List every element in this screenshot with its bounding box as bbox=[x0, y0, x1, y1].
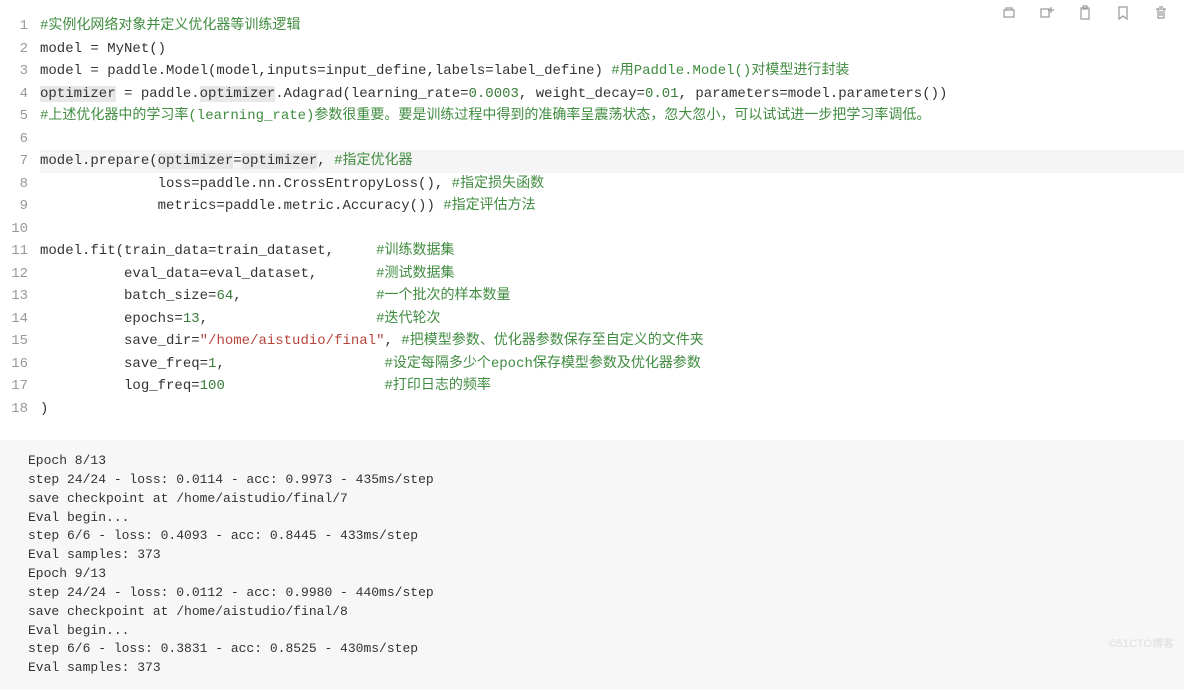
watermark: ©51CTO博客 bbox=[1109, 636, 1174, 654]
line-number: 5 bbox=[0, 105, 28, 128]
code-line[interactable]: ) bbox=[40, 398, 1184, 421]
code-line[interactable]: save_freq=1, #设定每隔多少个epoch保存模型参数及优化器参数 bbox=[40, 353, 1184, 376]
code-line[interactable]: model = MyNet() bbox=[40, 38, 1184, 61]
line-number: 11 bbox=[0, 240, 28, 263]
code-line[interactable]: #实例化网络对象并定义优化器等训练逻辑 bbox=[40, 15, 1184, 38]
line-number: 16 bbox=[0, 353, 28, 376]
line-number: 17 bbox=[0, 375, 28, 398]
code-line[interactable]: model.fit(train_data=train_dataset, #训练数… bbox=[40, 240, 1184, 263]
code-line[interactable]: save_dir="/home/aistudio/final", #把模型参数、… bbox=[40, 330, 1184, 353]
line-number: 3 bbox=[0, 60, 28, 83]
code-line[interactable]: optimizer = paddle.optimizer.Adagrad(lea… bbox=[40, 83, 1184, 106]
code-line[interactable]: epochs=13, #迭代轮次 bbox=[40, 308, 1184, 331]
line-number: 1 bbox=[0, 15, 28, 38]
line-number: 14 bbox=[0, 308, 28, 331]
line-number: 2 bbox=[0, 38, 28, 61]
code-line[interactable]: batch_size=64, #一个批次的样本数量 bbox=[40, 285, 1184, 308]
code-editor[interactable]: 123456789101112131415161718 #实例化网络对象并定义优… bbox=[0, 0, 1184, 420]
code-line[interactable]: log_freq=100 #打印日志的频率 bbox=[40, 375, 1184, 398]
line-number: 13 bbox=[0, 285, 28, 308]
line-number: 8 bbox=[0, 173, 28, 196]
code-content[interactable]: #实例化网络对象并定义优化器等训练逻辑model = MyNet()model … bbox=[40, 15, 1184, 420]
output-panel: Epoch 8/13 step 24/24 - loss: 0.0114 - a… bbox=[0, 440, 1184, 690]
line-number: 4 bbox=[0, 83, 28, 106]
code-line[interactable]: eval_data=eval_dataset, #测试数据集 bbox=[40, 263, 1184, 286]
code-line[interactable]: metrics=paddle.metric.Accuracy()) #指定评估方… bbox=[40, 195, 1184, 218]
code-line[interactable] bbox=[40, 218, 1184, 241]
code-line[interactable]: model = paddle.Model(model,inputs=input_… bbox=[40, 60, 1184, 83]
code-line[interactable]: #上述优化器中的学习率(learning_rate)参数很重要。要是训练过程中得… bbox=[40, 105, 1184, 128]
line-number: 12 bbox=[0, 263, 28, 286]
line-number: 18 bbox=[0, 398, 28, 421]
line-gutter: 123456789101112131415161718 bbox=[0, 15, 40, 420]
line-number: 9 bbox=[0, 195, 28, 218]
code-line[interactable] bbox=[40, 128, 1184, 151]
line-number: 10 bbox=[0, 218, 28, 241]
line-number: 15 bbox=[0, 330, 28, 353]
code-line[interactable]: loss=paddle.nn.CrossEntropyLoss(), #指定损失… bbox=[40, 173, 1184, 196]
code-line[interactable]: model.prepare(optimizer=optimizer, #指定优化… bbox=[40, 150, 1184, 173]
line-number: 6 bbox=[0, 128, 28, 151]
line-number: 7 bbox=[0, 150, 28, 173]
